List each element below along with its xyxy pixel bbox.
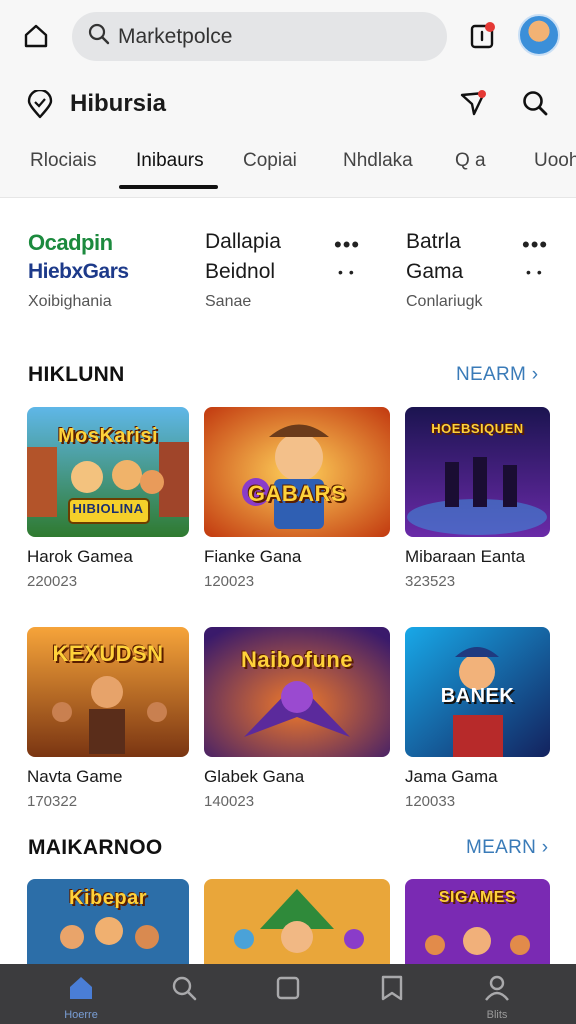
game-card[interactable]: SIGAMES: [405, 879, 550, 969]
inbox-icon: [467, 21, 497, 56]
tab-qa[interactable]: Q a: [455, 150, 486, 172]
more-dots-icon: ••: [526, 264, 548, 280]
tab-nhdlaka[interactable]: Nhdlaka: [343, 150, 413, 172]
more-dots-icon: ••: [338, 264, 360, 280]
featured-brand-sub: HiebxGars: [28, 260, 129, 283]
nav-library[interactable]: [266, 974, 310, 1018]
tab-uooh[interactable]: Uooh: [534, 150, 576, 172]
page-title: Hibursia: [70, 90, 167, 117]
nav-home[interactable]: Hoerre: [59, 974, 103, 1021]
game-thumbnail: Naibofune: [204, 627, 390, 757]
home-button[interactable]: [18, 20, 54, 56]
game-card[interactable]: KEXUDSN Navta Game 170322: [27, 627, 189, 810]
game-card[interactable]: [204, 879, 390, 969]
more-options-icon[interactable]: •••: [334, 232, 360, 258]
featured-subtitle: Sanae: [205, 293, 252, 310]
game-thumbnail: Kibepar: [27, 879, 189, 969]
search-input[interactable]: Marketpolce: [118, 25, 232, 49]
home-icon: [23, 23, 49, 54]
game-name: Mibaraan Eanta: [405, 547, 526, 566]
game-card[interactable]: HOEBSIQUEN Mibaraan Eanta 323523: [405, 407, 550, 590]
game-art-title: BANEK: [440, 685, 515, 707]
game-count: 140023: [204, 793, 255, 810]
section-title: HIKLUNN: [28, 363, 125, 386]
tab-bar: Rlociais Inibaurs Copiai Nhdlaka Q a Uoo…: [0, 134, 576, 198]
bookmark-icon: [378, 974, 406, 1007]
search-bar[interactable]: Marketpolce: [72, 12, 447, 61]
game-card[interactable]: MosKarisi HIBIOLINA Harok Gamea 220023: [27, 407, 189, 590]
nav-search[interactable]: [162, 974, 206, 1018]
game-thumbnail: BANEK: [405, 627, 550, 757]
featured-subtitle: Xoibighania: [28, 293, 112, 310]
game-name: Fianke Gana: [204, 547, 302, 566]
game-art-subtitle: HIBIOLINA: [72, 501, 144, 516]
game-name: Harok Gamea: [27, 547, 133, 566]
nav-profile-label: Blits: [486, 1009, 508, 1021]
game-art-title: SIGAMES: [438, 889, 517, 906]
game-thumbnail: [204, 879, 390, 969]
header-search-button[interactable]: [518, 88, 552, 122]
game-thumbnail: KEXUDSN: [27, 627, 189, 757]
top-bar: Marketpolce: [0, 0, 576, 76]
game-count: 220023: [27, 573, 78, 590]
nav-home-label: Hoerre: [64, 1009, 98, 1021]
featured-title-2: Beidnol: [205, 260, 276, 283]
game-name: Navta Game: [27, 767, 123, 786]
nav-bookmarks[interactable]: [370, 974, 414, 1018]
game-count: 120033: [405, 793, 456, 810]
home-icon: [67, 974, 95, 1007]
profile-icon: [483, 974, 511, 1007]
game-thumbnail: GABARS: [204, 407, 390, 537]
game-thumbnail: SIGAMES: [405, 879, 550, 969]
featured-title: Batrla: [406, 230, 461, 253]
header: Hibursia: [0, 76, 576, 134]
game-art-title: KEXUDSN: [52, 641, 164, 666]
featured-item[interactable]: Batrla Gama Conlariugk: [406, 230, 516, 325]
avatar[interactable]: [518, 14, 560, 56]
tab-rlociais[interactable]: Rlociais: [30, 150, 97, 172]
section-title: MAIKARNOO: [28, 836, 163, 859]
more-options-icon[interactable]: •••: [522, 232, 548, 258]
game-count: 323523: [405, 573, 456, 590]
game-art-title: HOEBSIQUEN: [431, 421, 524, 436]
game-name: Jama Gama: [405, 767, 498, 786]
filter-icon: [459, 89, 487, 122]
tab-copiai[interactable]: Copiai: [243, 150, 297, 172]
location-icon: [26, 88, 54, 125]
game-art-title: Kibepar: [69, 887, 147, 909]
game-card[interactable]: Kibepar: [27, 879, 189, 969]
game-thumbnail: HOEBSIQUEN: [405, 407, 550, 537]
search-icon: [88, 23, 110, 50]
search-icon: [521, 89, 549, 122]
nav-profile[interactable]: Blits: [475, 974, 519, 1021]
featured-title-2: Gama: [406, 260, 464, 283]
section-see-all-link[interactable]: MEARN ›: [466, 837, 548, 859]
game-art-title: GABARS: [247, 481, 347, 506]
game-thumbnail: MosKarisi HIBIOLINA: [27, 407, 189, 537]
bottom-navigation: Hoerre Blits: [0, 964, 576, 1024]
game-card[interactable]: GABARS Fianke Gana 120023: [204, 407, 390, 590]
game-art-title: Naibofune: [240, 647, 354, 672]
featured-item[interactable]: Ocadpin HiebxGars Xoibighania: [28, 230, 178, 325]
game-card[interactable]: Naibofune Glabek Gana 140023: [204, 627, 390, 810]
inbox-button[interactable]: [462, 18, 502, 58]
game-card[interactable]: BANEK Jama Gama 120033: [405, 627, 550, 810]
game-count: 120023: [204, 573, 255, 590]
game-count: 170322: [27, 793, 78, 810]
featured-brand: Ocadpin: [28, 230, 113, 255]
featured-subtitle: Conlariugk: [406, 293, 483, 310]
game-art-title: MosKarisi: [57, 425, 159, 447]
section-see-all-link[interactable]: NEARM ›: [456, 364, 538, 386]
game-name: Glabek Gana: [204, 767, 305, 786]
search-icon: [170, 974, 198, 1007]
tab-inibaurs[interactable]: Inibaurs: [136, 150, 204, 172]
filter-button[interactable]: [456, 88, 490, 122]
active-tab-indicator: [119, 185, 218, 189]
featured-item[interactable]: Dallapia Beidnol Sanae: [205, 230, 325, 325]
library-icon: [274, 974, 302, 1007]
featured-title: Dallapia: [205, 230, 281, 253]
